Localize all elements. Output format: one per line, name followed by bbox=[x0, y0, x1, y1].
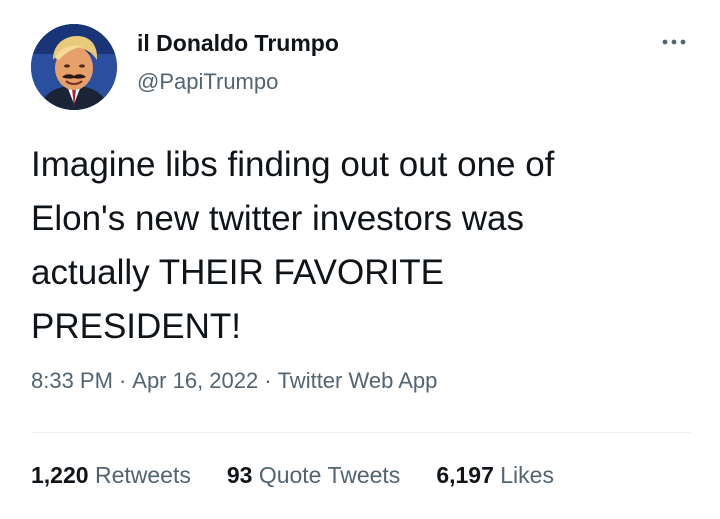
quote-tweets-count: 93 bbox=[226, 462, 253, 488]
author-handle[interactable]: @PapiTrumpo bbox=[137, 69, 278, 95]
tweet-date[interactable]: Apr 16, 2022 bbox=[132, 368, 258, 393]
tweet-meta: 8:33 PM · Apr 16, 2022 · Twitter Web App bbox=[31, 368, 437, 394]
more-options-button[interactable] bbox=[656, 30, 692, 54]
tweet-source[interactable]: Twitter Web App bbox=[278, 368, 438, 393]
likes-count: 6,197 bbox=[436, 462, 494, 488]
tweet-card: il Donaldo Trumpo @PapiTrumpo Imagine li… bbox=[0, 0, 720, 519]
likes-stat[interactable]: 6,197 Likes bbox=[436, 462, 554, 489]
tweet-stats: 1,220 Retweets 93 Quote Tweets 6,197 Lik… bbox=[31, 462, 554, 489]
tweet-text: Imagine libs finding out out one of Elon… bbox=[31, 145, 555, 346]
quote-tweets-label: Quote Tweets bbox=[258, 462, 401, 488]
quote-tweets-stat[interactable]: 93 Quote Tweets bbox=[227, 462, 400, 489]
tweet-time[interactable]: 8:33 PM bbox=[31, 368, 113, 393]
profile-photo-icon bbox=[31, 24, 117, 110]
retweets-count: 1,220 bbox=[31, 462, 89, 488]
more-options-icon bbox=[662, 39, 686, 45]
author-display-name[interactable]: il Donaldo Trumpo bbox=[137, 30, 339, 57]
retweets-stat[interactable]: 1,220 Retweets bbox=[31, 462, 191, 489]
avatar[interactable] bbox=[31, 24, 117, 110]
meta-separator: · bbox=[118, 368, 127, 393]
divider bbox=[31, 432, 691, 433]
retweets-label: Retweets bbox=[94, 462, 191, 488]
likes-label: Likes bbox=[500, 462, 554, 488]
meta-separator: · bbox=[264, 368, 272, 393]
